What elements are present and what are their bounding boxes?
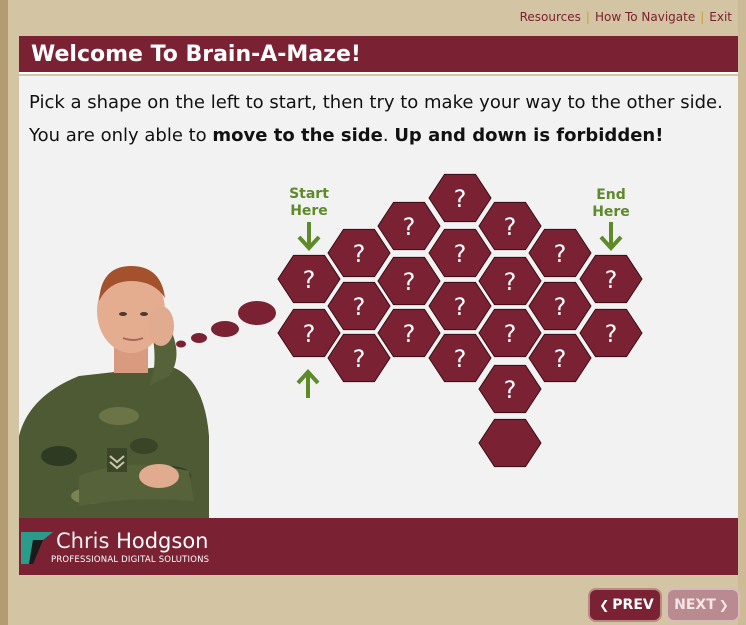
- maze-canvas: ?????????????????????: [19, 173, 643, 518]
- top-navigation: Resources | How To Navigate | Exit: [520, 10, 732, 24]
- page-title: Welcome To Brain-A-Maze!: [19, 36, 738, 74]
- nav-separator: |: [585, 10, 590, 24]
- hex-question-mark: ?: [454, 185, 467, 213]
- hex-question-mark: ?: [454, 240, 467, 268]
- hex-question-mark: ?: [554, 293, 567, 321]
- next-button-label: NEXT: [674, 597, 716, 613]
- hex-question-mark: ?: [403, 268, 416, 296]
- hex-question-mark: ?: [353, 293, 366, 321]
- hex-question-mark: ?: [403, 320, 416, 348]
- footer-bar: Chris Hodgson PROFESSIONAL DIGITAL SOLUT…: [19, 518, 738, 575]
- prev-button-label: PREV: [612, 597, 654, 613]
- hex-question-mark: ?: [504, 213, 517, 241]
- hex-question-mark: ?: [353, 345, 366, 373]
- hex-maze: ?????????????????????: [277, 173, 643, 468]
- next-button[interactable]: NEXT ❯: [668, 590, 738, 620]
- chevron-left-icon: ❮: [599, 598, 610, 612]
- resources-link[interactable]: Resources: [520, 10, 581, 24]
- hex-question-mark: ?: [554, 240, 567, 268]
- hex-question-mark: ?: [353, 240, 366, 268]
- end-arrow-icon: [599, 222, 623, 251]
- prev-button[interactable]: ❮ PREV: [590, 590, 660, 620]
- company-name-first: Chris: [56, 529, 110, 553]
- hex-question-mark: ?: [504, 268, 517, 296]
- hex-question-mark: ?: [605, 320, 618, 348]
- maze-hex-blank: [478, 418, 542, 468]
- content-area: Pick a shape on the left to start, then …: [19, 76, 738, 518]
- hex-question-mark: ?: [454, 345, 467, 373]
- exit-link[interactable]: Exit: [709, 10, 732, 24]
- hex-question-mark: ?: [403, 213, 416, 241]
- hex-question-mark: ?: [303, 266, 316, 294]
- soldier-illustration: [19, 266, 209, 518]
- hex-question-mark: ?: [504, 376, 517, 404]
- hex-question-mark: ?: [605, 266, 618, 294]
- hex-question-mark: ?: [454, 293, 467, 321]
- hex-question-mark: ?: [303, 320, 316, 348]
- company-name-last: Hodgson: [116, 529, 209, 553]
- hex-question-mark: ?: [554, 345, 567, 373]
- thought-bubbles: [176, 301, 276, 348]
- frame-left-border: [0, 0, 8, 625]
- nav-separator: |: [700, 10, 705, 24]
- company-name: Chris Hodgson: [56, 529, 208, 553]
- chevron-right-icon: ❯: [718, 598, 729, 612]
- up-arrow-icon: [296, 369, 320, 398]
- company-tagline: PROFESSIONAL DIGITAL SOLUTIONS: [51, 555, 210, 565]
- start-arrow-icon: [297, 222, 321, 251]
- how-to-navigate-link[interactable]: How To Navigate: [595, 10, 695, 24]
- hex-question-mark: ?: [504, 320, 517, 348]
